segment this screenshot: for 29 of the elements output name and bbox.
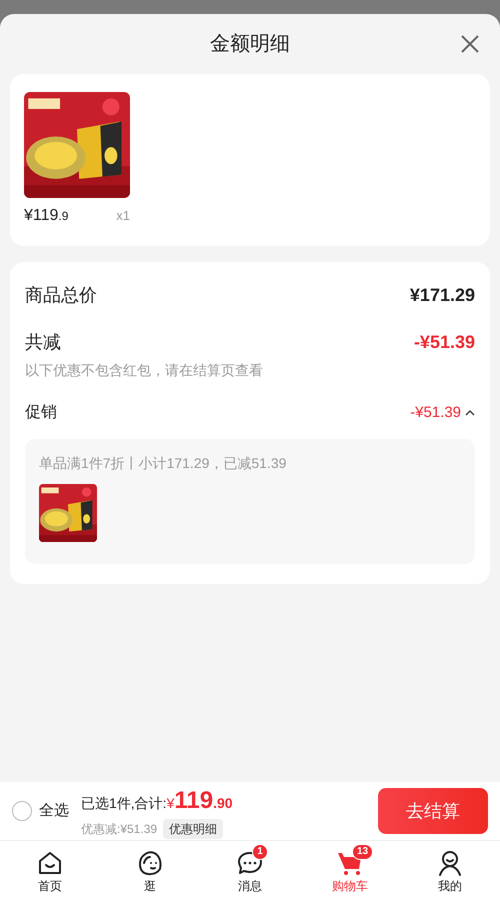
chevron-up-icon[interactable] xyxy=(465,409,475,417)
tab-bar-item[interactable]: 13 购物车 xyxy=(300,841,400,902)
close-icon[interactable] xyxy=(460,34,480,54)
promo-value: -¥51.39 xyxy=(410,402,461,423)
promo-detail-text: 单品满1件7折丨小计171.29，已减51.39 xyxy=(39,454,288,473)
saved-amount: 优惠减:¥51.39 xyxy=(81,821,158,838)
discount-value: -¥51.39 xyxy=(414,331,475,354)
total-amount: ¥119.90 xyxy=(166,786,233,816)
select-all-label[interactable]: 全选 xyxy=(39,800,69,822)
sheet-title: 金额明细 xyxy=(210,32,290,57)
checkout-button[interactable]: 去结算 xyxy=(378,788,488,834)
tab-bar-item[interactable]: 1 消息 xyxy=(200,841,300,902)
smiley-blob-icon xyxy=(136,848,164,876)
select-all-checkbox[interactable] xyxy=(12,801,32,821)
promo-label: 促销 xyxy=(25,403,57,423)
selected-summary: 已选1件,合计: xyxy=(81,794,167,813)
tab-bar-item[interactable]: 首页 xyxy=(0,841,100,902)
product-quantity: x1 xyxy=(116,207,130,225)
tab-bar-item[interactable]: 我的 xyxy=(400,841,500,902)
product-price: ¥119.9 xyxy=(24,206,68,226)
discount-details-button[interactable]: 优惠明细 xyxy=(163,819,224,839)
total-label: 商品总价 xyxy=(25,284,97,307)
notification-badge: 13 xyxy=(352,844,374,860)
total-value: ¥171.29 xyxy=(410,284,475,307)
discount-note: 以下优惠不包含红包，请在结算页查看 xyxy=(25,361,264,380)
discount-label: 共减 xyxy=(25,331,61,354)
tab-bar-item[interactable]: 逛 xyxy=(100,841,200,902)
notification-badge: 1 xyxy=(252,844,268,860)
person-icon xyxy=(436,848,464,876)
